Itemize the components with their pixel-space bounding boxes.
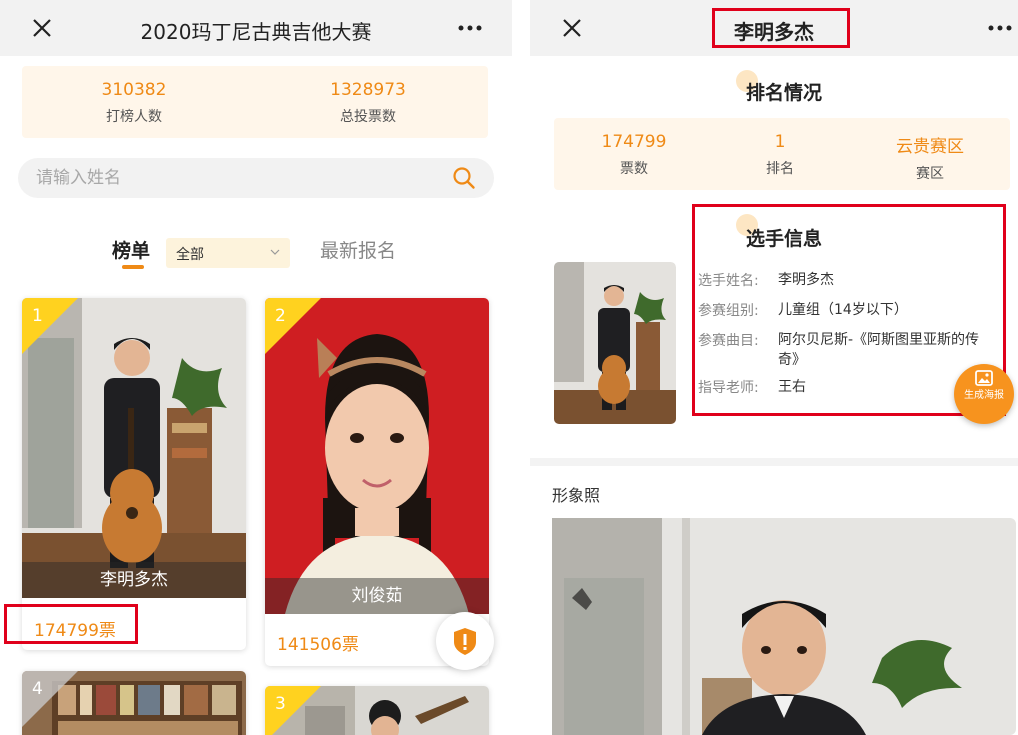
image-section-title: 形象照 xyxy=(552,486,601,505)
total-votes-value: 1328973 xyxy=(330,80,406,100)
ranking-panel: 174799 票数 1 排名 云贵赛区 赛区 xyxy=(554,118,1010,190)
generate-poster-label: 生成海报 xyxy=(964,390,1004,401)
rank-value: 1 xyxy=(774,132,786,152)
vote-count: 141506票 xyxy=(277,635,359,655)
total-votes-label: 总投票数 xyxy=(340,109,396,125)
rank-badge: 2 xyxy=(265,298,321,354)
generate-poster-button[interactable]: 生成海报 xyxy=(954,364,1014,424)
vote-label: 票数 xyxy=(620,161,648,177)
highlight-box xyxy=(712,8,850,48)
stats-panel: 310382 打榜人数 1328973 总投票数 xyxy=(22,66,488,138)
rank-badge: 3 xyxy=(265,686,321,735)
ranking-list-screen: 2020玛丁尼古典吉他大赛 310382 打榜人数 1328973 总投票数 榜… xyxy=(0,0,512,735)
more-options-icon[interactable] xyxy=(456,14,484,42)
rank-number: 4 xyxy=(32,679,43,699)
search-input[interactable] xyxy=(36,158,436,198)
region-stat: 云贵赛区 赛区 xyxy=(854,132,1006,183)
contestant-card[interactable]: 4 xyxy=(22,671,246,735)
region-value: 云贵赛区 xyxy=(896,137,964,157)
search-bar xyxy=(18,158,494,198)
contestant-thumbnail xyxy=(554,262,676,424)
ranking-section-title: 排名情况 xyxy=(746,82,823,104)
participants-value: 310382 xyxy=(101,80,167,100)
contestant-card[interactable]: 1 李明多杰 174799票 xyxy=(22,298,246,650)
rank-stat: 1 排名 xyxy=(704,132,856,178)
top-bar: 2020玛丁尼古典吉他大赛 xyxy=(0,0,512,56)
participants-label: 打榜人数 xyxy=(106,109,162,125)
contestant-card[interactable]: 3 xyxy=(265,686,489,735)
group-filter-dropdown[interactable]: 全部 xyxy=(166,238,290,268)
contestant-card[interactable]: 2 刘俊茹 141506票 xyxy=(265,298,489,666)
highlight-box xyxy=(4,604,138,644)
rank-label: 排名 xyxy=(766,161,794,177)
search-icon[interactable] xyxy=(452,166,476,190)
page-title: 2020玛丁尼古典吉他大赛 xyxy=(140,20,372,44)
more-options-icon[interactable] xyxy=(986,14,1014,42)
contestant-large-photo xyxy=(552,518,1016,735)
image-icon xyxy=(975,370,993,386)
tab-ranking[interactable]: 榜单 xyxy=(112,236,150,263)
rank-badge: 1 xyxy=(22,298,78,354)
active-tab-indicator xyxy=(122,265,144,269)
shield-alert-icon xyxy=(454,628,476,655)
group-filter-value: 全部 xyxy=(176,247,204,263)
rank-number: 1 xyxy=(32,306,43,326)
region-label: 赛区 xyxy=(916,166,944,182)
contestant-detail-screen: 李明多杰 排名情况 174799 票数 1 排名 云贵赛区 赛区 选手信息 选手… xyxy=(530,0,1018,735)
participants-stat: 310382 打榜人数 xyxy=(34,80,234,126)
vote-stat: 174799 票数 xyxy=(558,132,710,178)
tab-latest-signups[interactable]: 最新报名 xyxy=(320,236,396,263)
contestant-name: 李明多杰 xyxy=(22,562,246,598)
rank-number: 3 xyxy=(275,694,286,714)
report-button[interactable] xyxy=(436,612,494,670)
vote-value: 174799 xyxy=(601,132,667,152)
rank-badge: 4 xyxy=(22,671,78,727)
total-votes-stat: 1328973 总投票数 xyxy=(268,80,468,126)
contestant-name: 刘俊茹 xyxy=(265,578,489,614)
rank-number: 2 xyxy=(275,306,286,326)
chevron-down-icon xyxy=(270,249,280,255)
section-divider xyxy=(530,458,1018,466)
